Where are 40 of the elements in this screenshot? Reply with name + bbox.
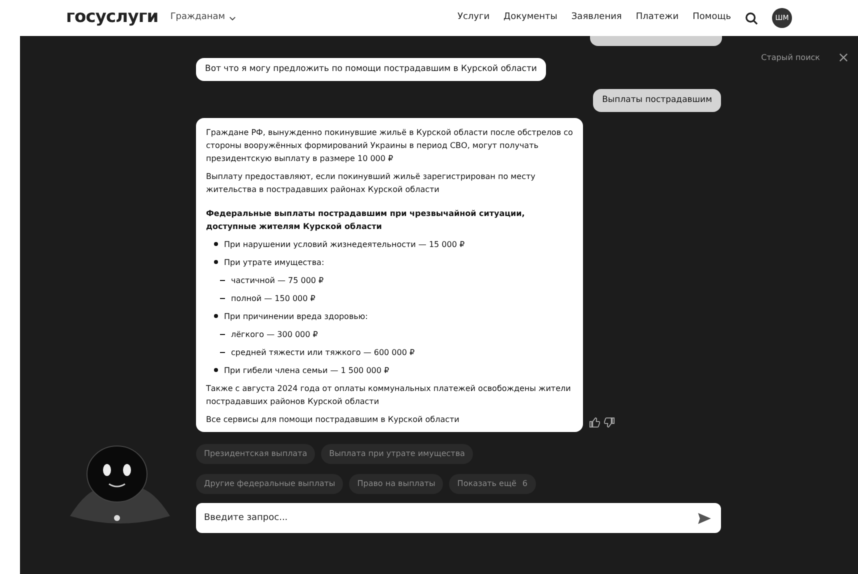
nav-link[interactable]: Помощь: [692, 11, 731, 25]
show-more-chip[interactable]: Показать ещё 6: [449, 474, 536, 494]
answer-text: Все сервисы для помощи пострадавшим в Курской области: [206, 414, 460, 426]
answer-text: Граждане РФ, вынужденно покинувшие жильё в Курской области после обстрелов со стороны вооружённых формирований Украины в период СВО, могут получать президентскую выплату в размере 10 000 ₽: [206, 126, 573, 164]
nav-link[interactable]: Платежи: [636, 11, 679, 25]
thumbs-up-icon[interactable]: [589, 416, 600, 428]
search-icon[interactable]: [745, 12, 758, 24]
nav-link[interactable]: Заявления: [571, 11, 622, 25]
logo[interactable]: госуслуги: [66, 5, 158, 31]
suggestion-chip[interactable]: Право на выплаты: [349, 474, 444, 494]
suggestion-chip[interactable]: Президентская выплата: [196, 444, 316, 464]
answer-heading: Федеральные выплаты пострадавшим при чрезвычайной ситуации, доступные жителям Курской области: [206, 208, 526, 232]
list-item: полной — 150 000 ₽: [231, 292, 316, 304]
list-item: При гибели члена семьи — 1 500 000 ₽: [224, 364, 390, 376]
list-item: При утрате имущества:: [224, 256, 324, 268]
thumbs-down-icon[interactable]: [604, 416, 615, 428]
list-item: лёгкого — 300 000 ₽: [231, 328, 318, 340]
send-icon[interactable]: [698, 512, 711, 524]
bot-message: Вот что я могу предложить по помощи пострадавшим в Курской области: [196, 58, 546, 81]
list-item: частичной — 75 000 ₽: [231, 274, 324, 286]
old-search-link[interactable]: Старый поиск: [761, 52, 820, 64]
nav-link[interactable]: Услуги: [457, 11, 490, 25]
list-item: средней тяжести или тяжкого — 600 000 ₽: [231, 346, 415, 358]
answer-text: Выплату предоставляют, если покинувший жильё зарегистрирован по месту жительства в пострадавших районах Курской области: [206, 170, 536, 196]
bullet-icon: [214, 314, 218, 318]
bullet-icon: [214, 368, 218, 372]
query-field[interactable]: Введите запрос...: [196, 502, 721, 532]
bullet-icon: [214, 242, 218, 246]
user-message: Выплаты пострадавшим: [593, 88, 721, 112]
suggestion-chip[interactable]: Выплата при утрате имущества: [321, 444, 473, 464]
count-text: 6: [522, 478, 528, 490]
bullet-icon: [214, 260, 218, 264]
chevron-icon: [229, 16, 236, 20]
close-icon[interactable]: [839, 53, 848, 62]
nav-link[interactable]: Документы: [504, 11, 558, 25]
answer-text: Также с августа 2024 года от оплаты коммунальных платежей освобождены жители пострадавших районов Курской области: [206, 382, 572, 408]
audience-dropdown[interactable]: Гражданам: [170, 11, 236, 25]
suggestion-chip[interactable]: Другие федеральные выплаты: [196, 474, 344, 494]
list-item: При причинении вреда здоровью:: [224, 310, 368, 322]
list-item: При нарушении условий жизнедеятельности — 15 000 ₽: [224, 238, 465, 250]
